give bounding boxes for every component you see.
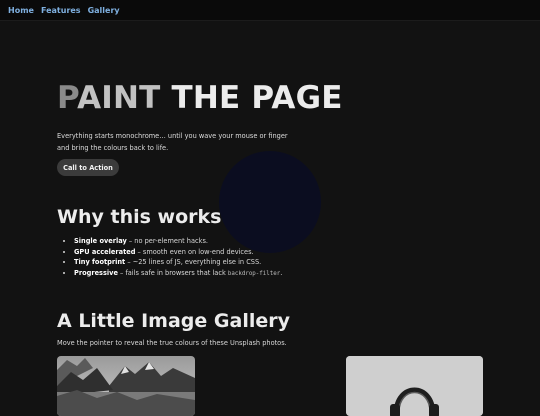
- hero-title-part3: THE PAGE: [160, 80, 343, 116]
- gallery-subtitle: Move the pointer to reveal the true colo…: [57, 339, 287, 347]
- hero-title-part1: P: [57, 80, 78, 116]
- list-item: Tiny footprint – ~25 lines of JS, everyt…: [74, 257, 282, 268]
- feature-name: Single overlay: [74, 237, 127, 245]
- feature-name: Progressive: [74, 268, 118, 277]
- feature-name: GPU accelerated: [74, 247, 136, 256]
- feature-desc: – fails safe in browsers that lack: [117, 268, 228, 277]
- nav-home-link[interactable]: Home: [8, 6, 34, 15]
- mountain-lake-image: [57, 356, 195, 416]
- nav-gallery-link[interactable]: Gallery: [88, 6, 120, 15]
- feature-tail: .: [280, 268, 283, 277]
- nav-features-link[interactable]: Features: [41, 6, 81, 15]
- top-nav: Home Features Gallery: [0, 0, 540, 21]
- list-item: Single overlay – no per-element hacks.: [74, 236, 282, 247]
- gallery-photo-mountain-lake: [57, 356, 195, 416]
- feature-desc: – smooth even on low-end devices.: [135, 247, 254, 256]
- hero-subtitle: Everything starts monochrome… until you …: [57, 132, 288, 152]
- feature-code: backdrop-filter: [227, 270, 281, 277]
- list-item: GPU accelerated – smooth even on low-end…: [74, 247, 282, 258]
- gallery-section-title: A Little Image Gallery: [57, 310, 290, 332]
- gallery-photo-headphones: [346, 356, 483, 416]
- feature-desc: – no per-element hacks.: [126, 237, 209, 245]
- headphones-image: [346, 356, 483, 416]
- hero-title-part2: AINT: [77, 80, 161, 116]
- feature-desc: – ~25 lines of JS, everything else in CS…: [125, 258, 262, 266]
- features-list: Single overlay – no per-element hacks. G…: [64, 236, 282, 279]
- hero-title: PAINT THE PAGE: [57, 80, 343, 116]
- why-section-title: Why this works: [57, 206, 222, 228]
- feature-name: Tiny footprint: [74, 258, 126, 266]
- call-to-action-button[interactable]: Call to Action: [57, 159, 119, 176]
- list-item: Progressive – fails safe in browsers tha…: [74, 268, 282, 280]
